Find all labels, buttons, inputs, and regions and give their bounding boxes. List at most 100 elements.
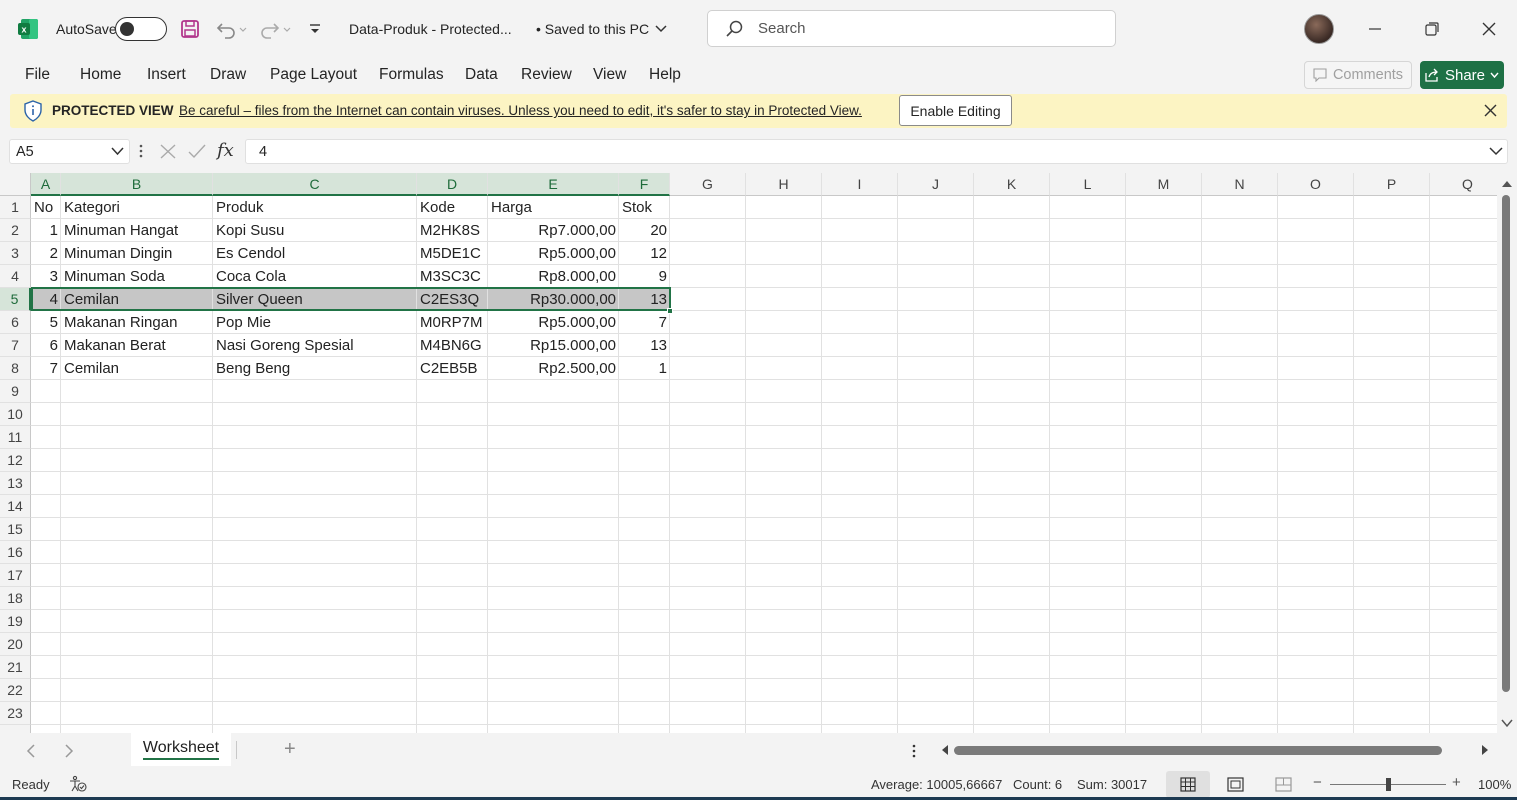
column-header-l[interactable]: L — [1050, 173, 1126, 196]
undo-icon[interactable] — [214, 0, 248, 58]
customize-toolbar-icon[interactable] — [308, 0, 322, 58]
row-header-7[interactable]: 7 — [0, 334, 31, 357]
comments-button[interactable]: Comments — [1304, 61, 1412, 89]
menu-formulas[interactable]: Formulas — [379, 66, 444, 84]
status-average[interactable]: Average: 10005,66667 — [871, 777, 1002, 792]
row-header-16[interactable]: 16 — [0, 541, 31, 564]
column-header-h[interactable]: H — [746, 173, 822, 196]
cell-f3[interactable]: 12 — [619, 242, 670, 265]
menu-page-layout[interactable]: Page Layout — [270, 66, 357, 84]
row-header-12[interactable]: 12 — [0, 449, 31, 472]
confirm-entry-icon[interactable] — [187, 143, 207, 160]
menu-home[interactable]: Home — [80, 66, 121, 84]
page-layout-view-icon[interactable] — [1227, 777, 1244, 792]
menu-draw[interactable]: Draw — [210, 66, 246, 84]
cell-c4[interactable]: Coca Cola — [213, 265, 417, 288]
cell-b8[interactable]: Cemilan — [61, 357, 213, 380]
cell-e7[interactable]: Rp15.000,00 — [488, 334, 619, 357]
cell-b4[interactable]: Minuman Soda — [61, 265, 213, 288]
cell-d2[interactable]: M2HK8S — [417, 219, 488, 242]
row-header-6[interactable]: 6 — [0, 311, 31, 334]
column-header-f[interactable]: F — [619, 173, 670, 196]
redo-icon[interactable] — [258, 0, 292, 58]
minimize-icon[interactable] — [1347, 0, 1403, 58]
accessibility-icon[interactable] — [68, 775, 88, 793]
normal-view-button[interactable] — [1166, 771, 1210, 798]
save-icon[interactable] — [180, 0, 200, 58]
cell-f1[interactable]: Stok — [619, 196, 670, 219]
sheet-tab-worksheet[interactable]: Worksheet — [131, 733, 231, 766]
formula-input[interactable]: 4 — [245, 139, 1508, 164]
column-header-a[interactable]: A — [31, 173, 61, 196]
cell-c7[interactable]: Nasi Goreng Spesial — [213, 334, 417, 357]
next-sheet-icon[interactable] — [64, 744, 74, 758]
column-header-p[interactable]: P — [1354, 173, 1430, 196]
cell-a7[interactable]: 6 — [31, 334, 61, 357]
more-options-icon[interactable] — [138, 143, 144, 159]
cell-c6[interactable]: Pop Mie — [213, 311, 417, 334]
column-header-q[interactable]: Q — [1430, 173, 1497, 196]
cell-e1[interactable]: Harga — [488, 196, 619, 219]
zoom-slider-knob[interactable] — [1386, 778, 1391, 791]
row-header-19[interactable]: 19 — [0, 610, 31, 633]
horizontal-scrollbar[interactable] — [940, 741, 1495, 759]
column-header-o[interactable]: O — [1278, 173, 1354, 196]
column-header-j[interactable]: J — [898, 173, 974, 196]
cell-c1[interactable]: Produk — [213, 196, 417, 219]
row-header-17[interactable]: 17 — [0, 564, 31, 587]
cell-b2[interactable]: Minuman Hangat — [61, 219, 213, 242]
cell-b1[interactable]: Kategori — [61, 196, 213, 219]
name-box[interactable]: A5 — [9, 139, 130, 164]
cell-e8[interactable]: Rp2.500,00 — [488, 357, 619, 380]
cell-c8[interactable]: Beng Beng — [213, 357, 417, 380]
cell-c3[interactable]: Es Cendol — [213, 242, 417, 265]
cell-f8[interactable]: 1 — [619, 357, 670, 380]
row-header-1[interactable]: 1 — [0, 196, 31, 219]
enable-editing-button[interactable]: Enable Editing — [899, 95, 1012, 126]
menu-file[interactable]: File — [25, 66, 50, 84]
menu-help[interactable]: Help — [649, 66, 681, 84]
scroll-up-icon[interactable] — [1501, 179, 1513, 188]
column-header-n[interactable]: N — [1202, 173, 1278, 196]
scroll-down-icon[interactable] — [1501, 719, 1513, 728]
zoom-level[interactable]: 100% — [1478, 777, 1511, 792]
column-header-c[interactable]: C — [213, 173, 417, 196]
row-header-14[interactable]: 14 — [0, 495, 31, 518]
cell-d8[interactable]: C2EB5B — [417, 357, 488, 380]
cell-b6[interactable]: Makanan Ringan — [61, 311, 213, 334]
column-header-k[interactable]: K — [974, 173, 1050, 196]
menu-insert[interactable]: Insert — [147, 66, 186, 84]
autosave-toggle[interactable] — [115, 0, 167, 58]
zoom-slider[interactable] — [1330, 778, 1446, 791]
cell-e6[interactable]: Rp5.000,00 — [488, 311, 619, 334]
fill-handle[interactable] — [667, 308, 673, 314]
row-header-22[interactable]: 22 — [0, 679, 31, 702]
scroll-left-icon[interactable] — [940, 744, 949, 756]
cell-a8[interactable]: 7 — [31, 357, 61, 380]
row-header-21[interactable]: 21 — [0, 656, 31, 679]
cell-d1[interactable]: Kode — [417, 196, 488, 219]
close-icon[interactable] — [1484, 104, 1497, 117]
zoom-out-icon[interactable]: − — [1313, 774, 1322, 791]
zoom-in-icon[interactable]: + — [1452, 774, 1461, 791]
cell-a1[interactable]: No — [31, 196, 61, 219]
protected-view-message[interactable]: Be careful – files from the Internet can… — [179, 103, 862, 118]
expand-formula-bar-icon[interactable] — [1489, 147, 1503, 156]
menu-data[interactable]: Data — [465, 66, 498, 84]
cell-a6[interactable]: 5 — [31, 311, 61, 334]
row-header-5[interactable]: 5 — [0, 288, 31, 311]
cell-d4[interactable]: M3SC3C — [417, 265, 488, 288]
cell-e3[interactable]: Rp5.000,00 — [488, 242, 619, 265]
status-sum[interactable]: Sum: 30017 — [1077, 777, 1147, 792]
row-header-partial[interactable] — [0, 725, 31, 733]
vertical-scrollbar[interactable] — [1497, 173, 1517, 733]
column-header-d[interactable]: D — [417, 173, 488, 196]
cell-e2[interactable]: Rp7.000,00 — [488, 219, 619, 242]
cell-b7[interactable]: Makanan Berat — [61, 334, 213, 357]
row-header-23[interactable]: 23 — [0, 702, 31, 725]
row-header-10[interactable]: 10 — [0, 403, 31, 426]
row-header-11[interactable]: 11 — [0, 426, 31, 449]
row-header-18[interactable]: 18 — [0, 587, 31, 610]
cell-f6[interactable]: 7 — [619, 311, 670, 334]
save-status[interactable]: • Saved to this PC — [536, 0, 667, 58]
